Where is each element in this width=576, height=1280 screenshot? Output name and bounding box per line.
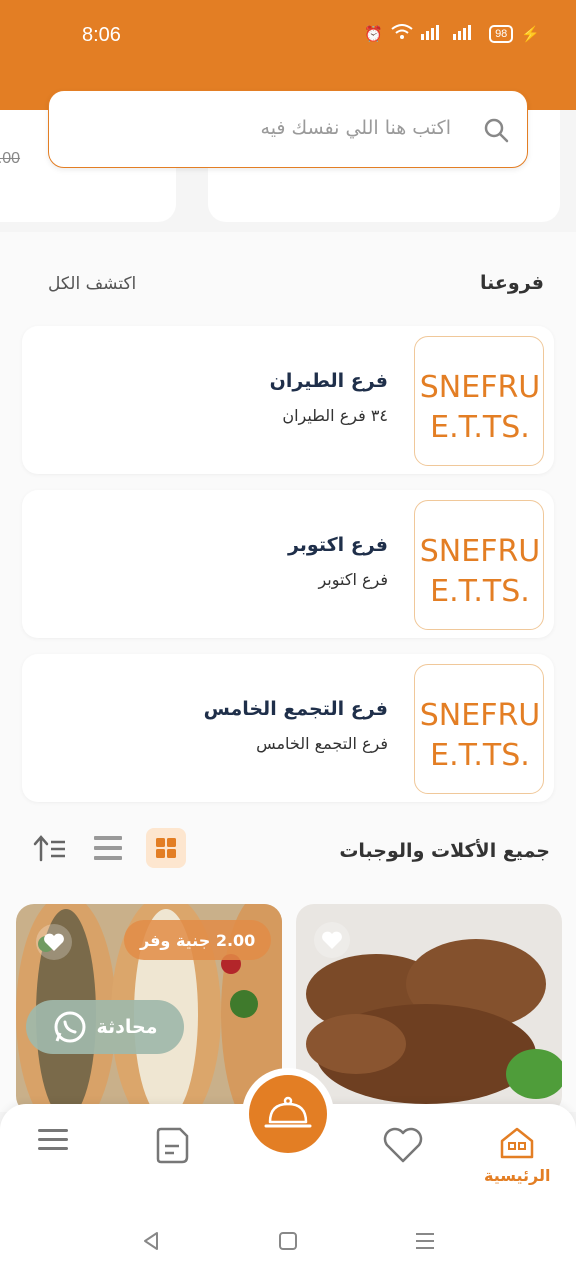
promo-old-price: 17.00 — [0, 150, 21, 167]
food-cover-icon — [264, 1096, 312, 1128]
heart-icon — [322, 931, 342, 949]
menu-icon — [38, 1129, 68, 1150]
sort-icon[interactable] — [30, 828, 70, 868]
nav-home[interactable]: الرئيسية — [484, 1126, 551, 1185]
signal-icon — [421, 24, 481, 44]
branch-logo: SNEFRU E.T.TS. — [414, 500, 544, 630]
charging-icon: ⚡ — [521, 26, 540, 43]
food-card[interactable] — [296, 904, 562, 1114]
search-bar[interactable]: اكتب هنا اللي نفسك فيه — [48, 90, 528, 168]
svg-text:E.T.TS.: E.T.TS. — [430, 738, 530, 773]
status-bar: 8:06 ⏰ 98 ⚡ — [0, 0, 576, 70]
search-input[interactable]: اكتب هنا اللي نفسك فيه — [261, 117, 451, 139]
branch-address: فرع اكتوبر — [318, 570, 388, 589]
home-icon — [501, 1127, 534, 1159]
heart-icon — [383, 1127, 423, 1163]
branch-address: ٣٤ فرع الطيران — [282, 406, 388, 425]
whatsapp-chat-button[interactable]: محادثة — [26, 1000, 184, 1054]
meals-title: جميع الأكلات والوجبات — [339, 840, 550, 862]
branch-card[interactable]: SNEFRU E.T.TS. فرع الطيران ٣٤ فرع الطيرا… — [22, 326, 554, 474]
branch-name: فرع الطيران — [269, 370, 388, 392]
status-icons: ⏰ 98 ⚡ — [364, 24, 540, 44]
system-navigation-bar — [0, 1210, 576, 1280]
branch-name: فرع التجمع الخامس — [203, 698, 388, 720]
whatsapp-icon — [54, 1011, 85, 1043]
branches-title: فروعنا — [480, 272, 544, 294]
chat-label: محادثة — [96, 1016, 158, 1038]
nav-home-label: الرئيسية — [484, 1166, 551, 1185]
favorite-button[interactable] — [314, 922, 350, 958]
nav-menu[interactable] — [36, 1126, 70, 1154]
branch-card[interactable]: SNEFRU E.T.TS. فرع اكتوبر فرع اكتوبر — [22, 490, 554, 638]
home-square-icon[interactable] — [277, 1230, 299, 1256]
branch-address: فرع التجمع الخامس — [256, 734, 388, 753]
search-icon[interactable] — [483, 117, 509, 143]
battery-icon: 98 — [489, 25, 514, 43]
alarm-icon: ⏰ — [364, 26, 384, 43]
branch-card[interactable]: SNEFRU E.T.TS. فرع التجمع الخامس فرع الت… — [22, 654, 554, 802]
svg-text:SNEFRU: SNEFRU — [420, 370, 541, 405]
wifi-icon — [391, 24, 413, 44]
svg-text:SNEFRU: SNEFRU — [420, 534, 541, 569]
list-icon[interactable] — [88, 828, 128, 868]
nav-orders[interactable] — [152, 1126, 192, 1166]
note-icon — [156, 1127, 189, 1164]
heart-icon — [44, 933, 64, 951]
save-badge: 2.00 جنية وفر — [124, 920, 272, 960]
svg-text:E.T.TS.: E.T.TS. — [430, 410, 530, 445]
back-icon[interactable] — [140, 1230, 162, 1256]
menu-fab-button[interactable] — [242, 1068, 334, 1160]
status-time: 8:06 — [82, 24, 121, 46]
grid-icon[interactable] — [146, 828, 186, 868]
view-toggle — [30, 828, 186, 868]
svg-text:SNEFRU: SNEFRU — [420, 698, 541, 733]
branch-logo: SNEFRU E.T.TS. — [414, 336, 544, 466]
menu-fab-inner — [249, 1075, 327, 1153]
svg-text:E.T.TS.: E.T.TS. — [430, 574, 530, 609]
branch-logo: SNEFRU E.T.TS. — [414, 664, 544, 794]
favorite-button[interactable] — [36, 924, 72, 960]
food-card[interactable]: 2.00 جنية وفر محادثة — [16, 904, 282, 1114]
recents-icon[interactable] — [414, 1230, 436, 1256]
see-all-link[interactable]: اكتشف الكل — [48, 274, 136, 294]
branch-name: فرع اكتوبر — [287, 534, 388, 556]
nav-favorites[interactable] — [382, 1126, 424, 1164]
